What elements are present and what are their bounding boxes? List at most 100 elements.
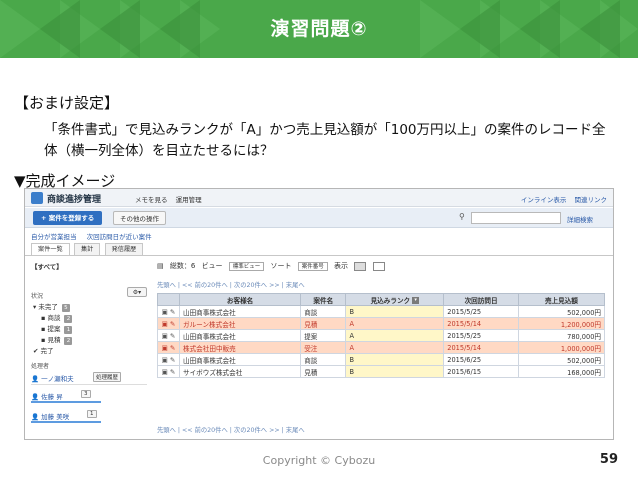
sort-select[interactable]: 案件番号: [297, 261, 328, 271]
cell-next-visit: 2015/5/14: [443, 341, 519, 354]
table-row[interactable]: ▣ ✎ 株式会社田中販売 受注 A 2015/5/14 1,000,000円: [157, 341, 606, 354]
list-icon: ▤: [157, 262, 164, 270]
cell-rank: A: [345, 329, 445, 342]
row-action-icons[interactable]: ▣ ✎: [157, 329, 180, 342]
header-customer[interactable]: お客様名: [178, 293, 302, 306]
cell-next-visit: 2015/5/25: [443, 329, 519, 342]
table-header-row: お客様名 案件名 見込みランク ▾ 次回訪問日 売上見込額: [157, 293, 606, 306]
filter-dropdown-icon[interactable]: ▾: [412, 297, 420, 304]
cell-rank: A: [345, 317, 445, 330]
quick-filters: 自分が営業担当 次回訪問日が近い案件: [31, 231, 160, 241]
sidebar-user-1[interactable]: 👤 一ノ瀬和夫: [31, 373, 74, 383]
sidebar-item-all[interactable]: 【すべて】: [31, 261, 63, 271]
table-row[interactable]: ▣ ✎ ガルーン株式会社 見積 A 2015/5/14 1,200,000円: [157, 317, 606, 330]
table-row[interactable]: ▣ ✎ 山田商事株式会社 提案 A 2015/5/25 780,000円: [157, 329, 606, 342]
app-toolbar: + 案件を登録する その他の操作 ⚲ 詳細検索: [25, 208, 613, 228]
cell-rank: A: [345, 341, 445, 354]
sidebar-item-complete[interactable]: ✔ 完了: [33, 345, 54, 355]
header-amount[interactable]: 売上見込額: [517, 293, 606, 306]
copyright: Copyright © Cybozu: [262, 454, 376, 467]
cell-amount: 502,000円: [517, 305, 606, 318]
sidebar-divider: [31, 384, 147, 385]
cell-next-visit: 2015/5/14: [443, 317, 519, 330]
gear-icon[interactable]: ⚙▾: [127, 287, 147, 297]
user-3-bar: [31, 421, 101, 423]
row-action-icons[interactable]: ▣ ✎: [157, 341, 180, 354]
cell-amount: 168,000円: [517, 365, 606, 378]
sidebar-item-proposal[interactable]: ▪ 提案 1: [41, 323, 73, 334]
table-row[interactable]: ▣ ✎ 山田商事株式会社 商談 B 2015/6/25 502,000円: [157, 353, 606, 366]
sort-label: ソート: [270, 262, 292, 270]
process-history-tag[interactable]: 処理履歴: [93, 372, 122, 382]
view-label: ビュー: [201, 262, 223, 270]
sidebar-user-2[interactable]: 👤 佐藤 昇: [31, 391, 63, 401]
cell-deal: 商談: [300, 305, 347, 318]
cell-rank: B: [345, 365, 445, 378]
question-text: 「条件書式」で見込みランクが「A」かつ売上見込額が「100万円以上」の案件のレコ…: [44, 122, 606, 159]
cell-amount: 1,200,000円: [517, 317, 606, 330]
user-2-bar: [31, 401, 101, 403]
app-right-links: インライン表示 関連リンク: [515, 194, 607, 204]
admin-link[interactable]: 運用管理: [176, 196, 202, 204]
cell-next-visit: 2015/6/25: [443, 353, 519, 366]
row-action-icons[interactable]: ▣ ✎: [157, 317, 180, 330]
cell-rank: B: [345, 353, 445, 366]
cell-amount: 1,000,000円: [517, 341, 606, 354]
display-list-button[interactable]: [372, 261, 385, 271]
sidebar-item-negotiation[interactable]: ▪ 商談 2: [41, 312, 73, 323]
user-2-count: 3: [81, 390, 91, 398]
tab-summary[interactable]: 集計: [73, 243, 101, 255]
sidebar-item-estimate[interactable]: ▪ 見積 2: [41, 334, 73, 345]
display-table-button[interactable]: [354, 261, 367, 271]
advanced-search-link[interactable]: 詳細検索: [567, 214, 593, 224]
total-count: 総数：6: [169, 262, 196, 270]
row-action-icons[interactable]: ▣ ✎: [157, 365, 180, 378]
cell-next-visit: 2015/6/15: [443, 365, 519, 378]
filter-upcoming-visit[interactable]: 次回訪問日が近い案件: [87, 233, 152, 241]
row-action-icons[interactable]: ▣ ✎: [157, 305, 180, 318]
cell-deal: 提案: [300, 329, 347, 342]
memo-link[interactable]: メモを見る: [135, 196, 168, 204]
app-title-links: メモを見る 運用管理: [135, 194, 208, 204]
header-next-visit[interactable]: 次回訪問日: [443, 293, 519, 306]
tab-history[interactable]: 発信履歴: [104, 243, 144, 255]
table-row[interactable]: ▣ ✎ 山田商事株式会社 商談 B 2015/5/25 502,000円: [157, 305, 606, 318]
search-icon: ⚲: [459, 212, 465, 221]
view-select[interactable]: 標準ビュー: [228, 261, 265, 271]
table-row[interactable]: ▣ ✎ サイボウズ株式会社 見積 B 2015/6/15 168,000円: [157, 365, 606, 378]
cell-deal: 受注: [300, 341, 347, 354]
status-label: 状況: [31, 293, 44, 300]
add-record-button[interactable]: + 案件を登録する: [33, 211, 103, 225]
cell-customer: サイボウズ株式会社: [178, 365, 302, 378]
cell-next-visit: 2015/5/25: [443, 305, 519, 318]
sidebar-item-incomplete[interactable]: ▾ 未完了 5: [33, 301, 70, 312]
filter-my-deals[interactable]: 自分が営業担当: [31, 233, 77, 241]
header-rank[interactable]: 見込みランク ▾: [345, 293, 445, 306]
sidebar-user-3[interactable]: 👤 加藤 美咲: [31, 411, 69, 421]
search-input[interactable]: [471, 212, 561, 224]
inline-view-link[interactable]: インライン表示: [521, 196, 567, 204]
related-link[interactable]: 関連リンク: [575, 196, 608, 204]
row-action-icons[interactable]: ▣ ✎: [157, 353, 180, 366]
app-titlebar: 商談進捗管理 メモを見る 運用管理 インライン表示 関連リンク: [25, 189, 613, 207]
slide-header: 演習問題②: [0, 0, 638, 58]
pager-top[interactable]: 先頭へ | << 前の20件へ | 次の20件へ >> | 末尾へ: [157, 280, 305, 289]
cell-customer: 山田商事株式会社: [178, 329, 302, 342]
header-deal[interactable]: 案件名: [300, 293, 347, 306]
slide-title: 演習問題②: [270, 18, 368, 40]
cell-deal: 見積: [300, 365, 347, 378]
other-ops-button[interactable]: その他の操作: [113, 211, 166, 225]
cell-rank: B: [345, 305, 445, 318]
app-screenshot: 商談進捗管理 メモを見る 運用管理 インライン表示 関連リンク + 案件を登録す…: [24, 188, 614, 440]
cell-deal: 商談: [300, 353, 347, 366]
page-number: 59: [599, 452, 618, 467]
tab-deal-list[interactable]: 案件一覧: [31, 243, 70, 255]
app-name: 商談進捗管理: [47, 195, 102, 205]
cell-deal: 見積: [300, 317, 347, 330]
pager-bottom[interactable]: 先頭へ | << 前の20件へ | 次の20件へ >> | 末尾へ: [157, 425, 305, 434]
records-table: お客様名 案件名 見込みランク ▾ 次回訪問日 売上見込額 ▣ ✎ 山田商事株式会社…: [157, 293, 606, 378]
view-tabs: 案件一覧 集計 発信履歴: [31, 243, 145, 255]
header-actions: [157, 293, 180, 306]
cell-amount: 502,000円: [517, 353, 606, 366]
cell-customer: 山田商事株式会社: [178, 353, 302, 366]
